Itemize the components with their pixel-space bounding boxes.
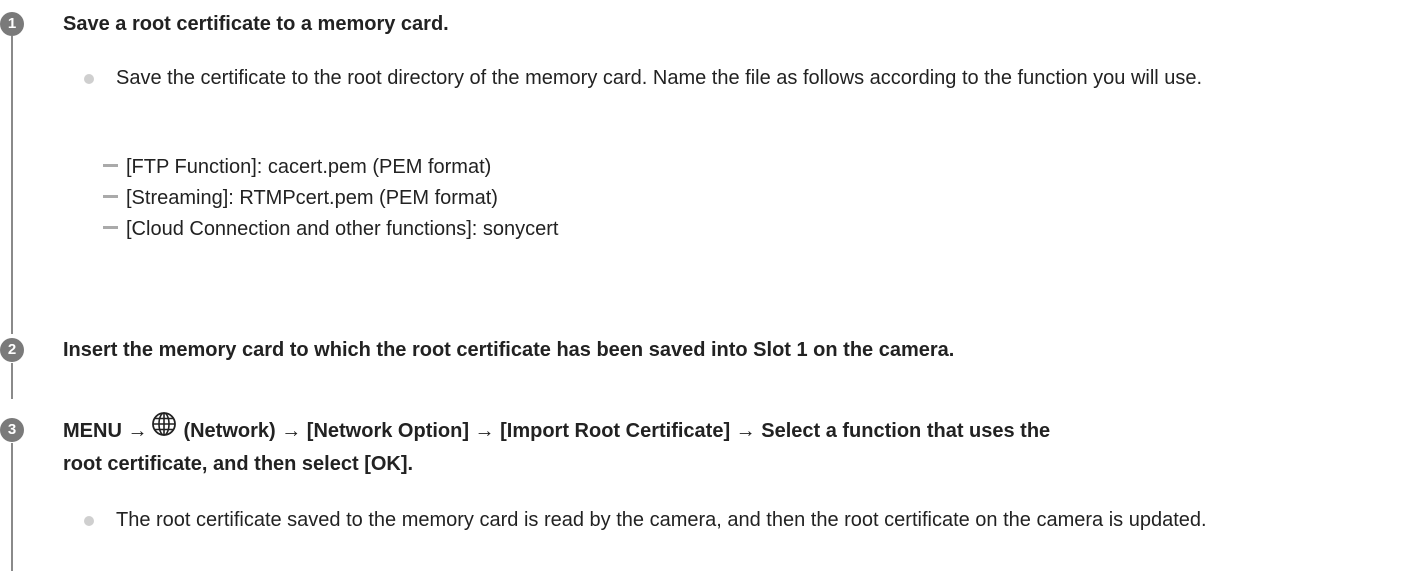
step-1-subitem-1: [FTP Function]: cacert.pem (PEM format) bbox=[103, 152, 491, 182]
step-3-title: MENU → (Network) → [Network Option] → [Im… bbox=[63, 411, 1051, 450]
step-2-title: Insert the memory card to which the root… bbox=[63, 339, 955, 361]
step-number-3: 3 bbox=[0, 418, 24, 442]
step-1-bullet: Save the certificate to the root directo… bbox=[84, 61, 1394, 95]
step-connector-line bbox=[11, 443, 13, 571]
bullet-dot bbox=[84, 74, 94, 84]
globe-icon bbox=[151, 411, 177, 448]
step-1-subitem-3: [Cloud Connection and other functions]: … bbox=[103, 214, 558, 244]
step-connector-line bbox=[11, 36, 13, 334]
step-3-title-prefix: MENU → bbox=[63, 419, 148, 442]
step-3-title-rest: (Network) → [Network Option] → [Import R… bbox=[183, 419, 1051, 442]
subitem-text: [Streaming]: RTMPcert.pem (PEM format) bbox=[126, 187, 498, 209]
step-connector-line bbox=[11, 363, 13, 399]
subitem-text: [Cloud Connection and other functions]: … bbox=[126, 218, 559, 240]
step-1-title: Save a root certificate to a memory card… bbox=[63, 13, 449, 35]
dash-marker bbox=[103, 164, 118, 168]
step-3-title-line2: root certificate, and then select [OK]. bbox=[63, 453, 414, 475]
bullet-dot bbox=[84, 516, 94, 526]
procedure-steps: 1 Save a root certificate to a memory ca… bbox=[0, 0, 1404, 571]
step-1-bullet-text: Save the certificate to the root directo… bbox=[116, 67, 1203, 89]
step-number-1: 1 bbox=[0, 12, 24, 36]
step-number-2: 2 bbox=[0, 338, 24, 362]
subitem-text: [FTP Function]: cacert.pem (PEM format) bbox=[126, 156, 492, 178]
dash-marker bbox=[103, 195, 118, 199]
step-1-subitem-2: [Streaming]: RTMPcert.pem (PEM format) bbox=[103, 183, 498, 213]
step-3-bullet: The root certificate saved to the memory… bbox=[84, 503, 1394, 537]
step-3-bullet-text: The root certificate saved to the memory… bbox=[116, 509, 1207, 531]
dash-marker bbox=[103, 226, 118, 230]
